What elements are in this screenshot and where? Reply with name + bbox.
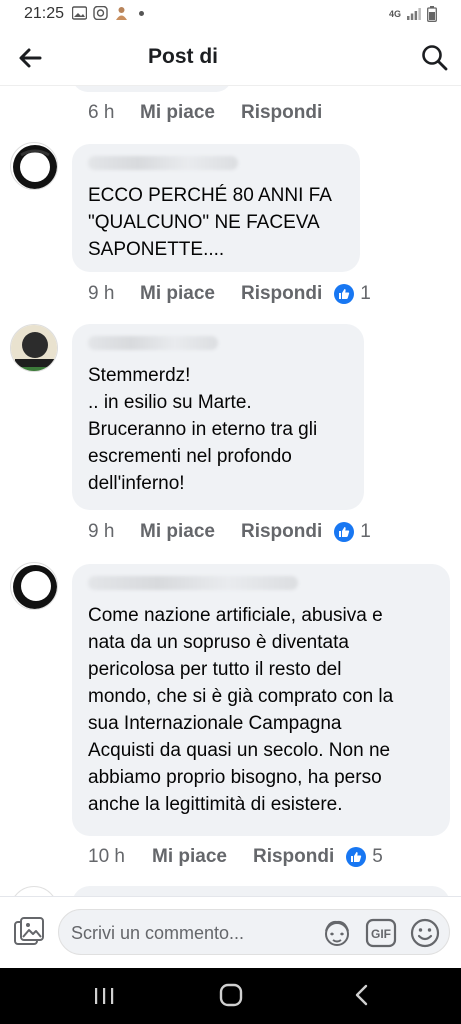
comment-actions: 10 h Mi piace Rispondi 5 [88,846,383,868]
comment-composer: GIF [0,896,461,968]
emoji-icon[interactable] [409,917,441,949]
comment-text: ECCO PERCHÉ 80 ANNI FA "QUALCUNO" NE FAC… [88,185,332,260]
notification-icons [72,6,144,20]
system-status-icons: 4G [389,6,437,22]
reaction-number: 1 [360,521,371,542]
avatar[interactable] [10,562,58,610]
user-avatar-image [11,325,57,371]
status-bar: 21:25 4G [0,0,461,30]
app-notification-icon [116,7,127,20]
comment-actions: 9 h Mi piace Rispondi 1 [88,521,371,543]
thumbs-up-icon [334,284,355,304]
avatar[interactable] [10,142,58,190]
gallery-notification-icon [72,6,87,20]
reaction-count[interactable]: 1 [334,283,371,305]
search-icon[interactable] [419,42,451,74]
comment-author-name[interactable] [88,576,298,590]
comment-input[interactable] [71,920,271,946]
home-icon[interactable] [218,982,244,1008]
thumbs-up-icon [334,522,355,542]
comment-time: 9 h [88,521,115,542]
comment-time: 9 h [88,283,115,304]
recent-apps-icon[interactable] [92,984,116,1008]
previous-comment-bubble [72,86,232,92]
comment-author-name[interactable] [88,336,218,350]
reply-button[interactable]: Rispondi [253,846,334,868]
network-type: 4G [388,9,401,19]
system-navigation-bar [0,968,461,1024]
reply-button[interactable]: Rispondi [241,521,322,543]
comment-text: Stemmerdz! .. in esilio su Marte. Brucer… [88,365,318,494]
comment-time: 6 h [88,102,115,123]
signal-icon [407,8,421,20]
photo-icon[interactable] [12,915,46,949]
reaction-number: 5 [372,846,383,867]
like-button[interactable]: Mi piace [140,283,215,305]
reaction-count[interactable]: 5 [346,846,383,868]
like-button[interactable]: Mi piace [140,102,215,124]
app-header: Post di [0,30,461,86]
svg-text:GIF: GIF [371,927,391,941]
status-time: 21:25 [24,5,65,22]
comment-time: 10 h [88,846,125,867]
comments-feed[interactable]: 6 h Mi piace Rispondi ECCO PERCHÉ 80 ANN… [0,86,461,906]
comment-author-name[interactable] [88,156,238,170]
comment-input-container: GIF [58,909,450,955]
reaction-count[interactable]: 1 [334,521,371,543]
page-title: Post di [148,45,219,68]
instagram-notification-icon [93,6,108,20]
more-notifications-dot [139,10,144,16]
like-button[interactable]: Mi piace [140,521,215,543]
comment-bubble[interactable]: ECCO PERCHÉ 80 ANNI FA "QUALCUNO" NE FAC… [72,144,360,272]
reaction-number: 1 [360,283,371,304]
battery-icon [427,6,437,22]
thumbs-up-icon [346,847,367,867]
gif-icon[interactable]: GIF [365,917,397,949]
previous-comment-actions: 6 h Mi piace Rispondi [88,102,334,124]
user-avatar-image [13,145,57,189]
reply-button[interactable]: Rispondi [241,102,322,124]
user-avatar-image [13,565,57,609]
comment-bubble[interactable]: Come nazione artificiale, abusiva e nata… [72,564,450,836]
reply-button[interactable]: Rispondi [241,283,322,305]
comment-actions: 9 h Mi piace Rispondi 1 [88,283,371,305]
avatar[interactable] [10,324,58,372]
avatar-sticker-icon[interactable] [321,917,353,949]
like-button[interactable]: Mi piace [152,846,227,868]
back-icon[interactable] [350,982,374,1008]
comment-bubble[interactable]: Stemmerdz! .. in esilio su Marte. Brucer… [72,324,364,510]
comment-text: Come nazione artificiale, abusiva e nata… [88,605,394,815]
back-arrow-icon[interactable] [14,42,46,74]
